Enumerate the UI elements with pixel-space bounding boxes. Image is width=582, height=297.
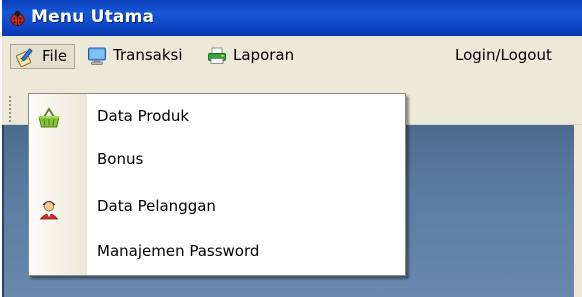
menu-item-data-pelanggan-label: Data Pelanggan [97, 197, 216, 215]
title-bar[interactable]: Menu Utama [2, 0, 582, 36]
notepad-pencil-icon [15, 47, 36, 68]
menu-transaksi-label: Transaksi [113, 46, 183, 64]
menu-item-bonus[interactable]: Bonus [29, 141, 405, 179]
window-title: Menu Utama [31, 7, 155, 27]
monitor-icon [87, 46, 107, 66]
menu-item-data-produk[interactable]: Data Produk [29, 98, 405, 136]
menu-bar: File Transaksi Laporan Login/Logout [2, 36, 582, 74]
menu-item-manajemen-password-label: Manajemen Password [97, 242, 260, 260]
menu-login-logout-label: Login/Logout [455, 46, 552, 64]
menu-login-logout[interactable]: Login/Logout [446, 44, 580, 69]
window-right-border [574, 125, 582, 297]
menu-item-bonus-label: Bonus [97, 150, 144, 168]
printer-icon [207, 46, 227, 66]
application-window: Menu Utama File Transaksi Laporan Login/… [2, 0, 582, 297]
menu-laporan[interactable]: Laporan [202, 44, 300, 69]
ladybug-icon [10, 10, 25, 26]
menu-item-data-produk-label: Data Produk [97, 107, 190, 125]
menu-file-label: File [42, 47, 68, 65]
toolbar-gripper[interactable] [8, 95, 12, 122]
shopping-basket-icon [37, 106, 61, 130]
file-dropdown-menu: Data Produk Bonus Data Pelanggan Manajem… [28, 93, 406, 276]
menu-laporan-label: Laporan [233, 46, 295, 64]
menu-item-data-pelanggan[interactable]: Data Pelanggan [29, 188, 405, 226]
menu-item-manajemen-password[interactable]: Manajemen Password [29, 233, 405, 271]
customer-person-icon [37, 196, 61, 220]
menu-transaksi[interactable]: Transaksi [82, 44, 194, 69]
menu-file[interactable]: File [10, 44, 75, 69]
